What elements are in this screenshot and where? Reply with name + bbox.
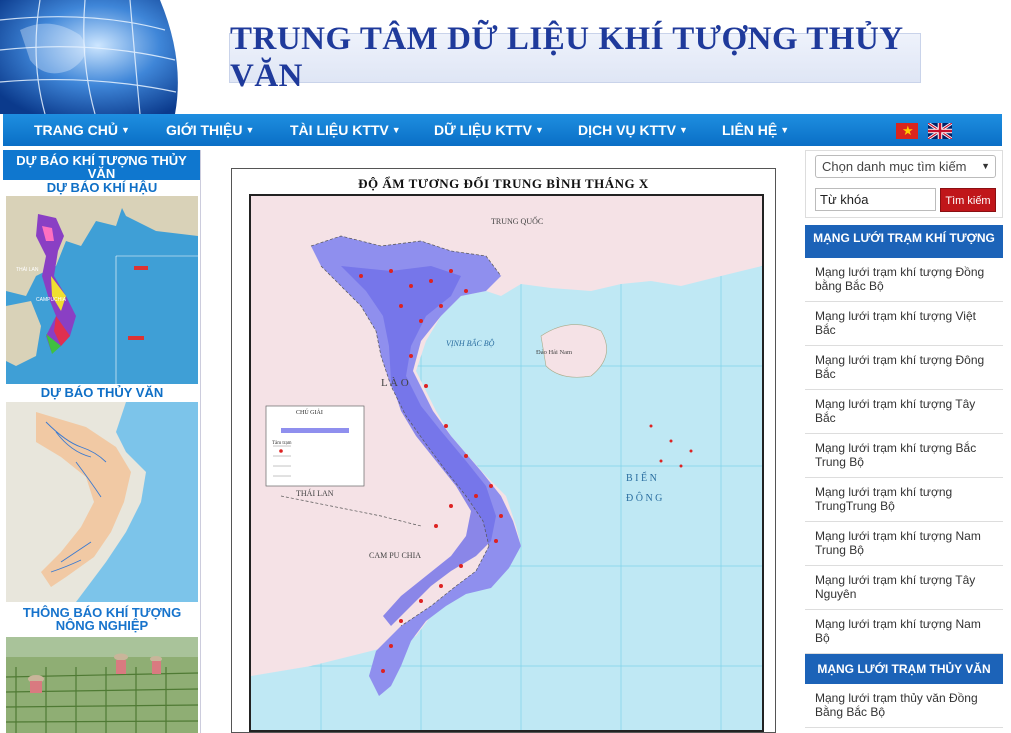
map-label-bien-dong-2: Đ Ô N G xyxy=(626,492,662,504)
list-item[interactable]: Mạng lưới trạm khí tượng Nam Bộ xyxy=(805,610,1003,654)
humidity-map-panel: ĐỘ ẨM TƯƠNG ĐỐI TRUNG BÌNH THÁNG X TRUNG… xyxy=(231,168,776,733)
hydro-forecast-title[interactable]: DỰ BÁO THỦY VĂN xyxy=(3,386,201,399)
list-item[interactable]: Mạng lưới trạm khí tượng Tây Bắc xyxy=(805,390,1003,434)
nav-item-documents[interactable]: TÀI LIỆU KTTV ▼ xyxy=(290,114,401,146)
caret-down-icon: ▼ xyxy=(391,125,401,135)
climate-forecast-map-image[interactable]: THÁI LAN CAMPUCHIA xyxy=(6,196,198,384)
agri-bulletin-photo[interactable] xyxy=(6,637,198,733)
caret-down-icon: ▼ xyxy=(780,125,790,135)
hydro-network-heading: MẠNG LƯỚI TRẠM THỦY VĂN xyxy=(805,654,1003,684)
main-nav: TRANG CHỦ ▼ GIỚI THIỆU ▼ TÀI LIỆU KTTV ▼ DỮ… xyxy=(3,114,1002,146)
map-label-lao: L À O xyxy=(381,377,409,389)
map-label-dao-hai-nam: Đảo Hải Nam xyxy=(536,349,572,356)
caret-down-icon: ▼ xyxy=(245,125,255,135)
nav-item-contact[interactable]: LIÊN HỆ ▼ xyxy=(722,114,789,146)
site-header: TRUNG TÂM DỮ LIỆU KHÍ TƯỢNG THỦY VĂN xyxy=(0,0,1011,114)
left-sidebar: DỰ BÁO KHÍ TƯỢNG THỦY VĂN DỰ BÁO KHÍ HẬU… xyxy=(3,150,201,733)
nav-item-about[interactable]: GIỚI THIỆU ▼ xyxy=(166,114,254,146)
list-item[interactable]: Mạng lưới trạm khí tượng Việt Bắc xyxy=(805,302,1003,346)
humidity-map-graphic: TRUNG QUỐC VỊNH BẮC BỘ Đảo Hải Nam L À O… xyxy=(251,196,762,730)
hydro-forecast-map-image[interactable] xyxy=(6,402,198,602)
caret-down-icon: ▼ xyxy=(534,125,544,135)
site-title-banner: TRUNG TÂM DỮ LIỆU KHÍ TƯỢNG THỦY VĂN xyxy=(229,21,921,94)
met-network-list: Mạng lưới trạm khí tượng Đồng bằng Bắc B… xyxy=(805,258,1003,654)
keyword-input[interactable]: Từ khóa xyxy=(815,188,936,211)
list-item[interactable]: Mạng lưới trạm khí tượng Đông Bắc xyxy=(805,346,1003,390)
map-label-bien-dong-1: B I Ể N xyxy=(626,471,657,484)
nav-item-services[interactable]: DỊCH VỤ KTTV ▼ xyxy=(578,114,688,146)
list-item[interactable]: Mạng lưới trạm khí tượng Nam Trung Bộ xyxy=(805,522,1003,566)
caret-down-icon: ▼ xyxy=(121,125,130,135)
map-label-campuchia: CAM PU CHIA xyxy=(369,551,421,560)
climate-forecast-title[interactable]: DỰ BÁO KHÍ HẬU xyxy=(3,181,201,194)
list-item[interactable]: Mạng lưới trạm khí tượng TrungTrung Bộ xyxy=(805,478,1003,522)
uk-flag-icon[interactable] xyxy=(928,123,952,139)
nav-item-home[interactable]: TRANG CHỦ ▼ xyxy=(34,114,130,146)
category-select[interactable]: Chọn danh mục tìm kiếm ▼ xyxy=(815,155,996,178)
met-network-heading: MẠNG LƯỚI TRẠM KHÍ TƯỢNG xyxy=(805,225,1003,258)
site-title: TRUNG TÂM DỮ LIỆU KHÍ TƯỢNG THỦY VĂN xyxy=(230,21,903,94)
globe-logo xyxy=(0,0,180,114)
list-item[interactable]: Mạng lưới trạm thủy văn Đồng Bằng Bắc Bộ xyxy=(805,684,1003,728)
svg-text:CAMPUCHIA: CAMPUCHIA xyxy=(36,297,67,303)
chevron-down-icon: ▼ xyxy=(981,161,990,171)
map-label-vinh-bac-bo: VỊNH BẮC BỘ xyxy=(446,338,495,348)
map-label-trung-quoc: TRUNG QUỐC xyxy=(491,216,543,226)
list-item[interactable]: Mạng lưới trạm khí tượng Tây Nguyên xyxy=(805,566,1003,610)
vietnam-flag-icon[interactable]: ★ xyxy=(896,123,918,139)
svg-text:THÁI LAN: THÁI LAN xyxy=(16,266,39,273)
caret-down-icon: ▼ xyxy=(679,125,688,135)
list-item[interactable]: Mạng lưới trạm khí tượng Đồng bằng Bắc B… xyxy=(805,258,1003,302)
agri-bulletin-title[interactable]: THÔNG BÁO KHÍ TƯỢNG NÔNG NGHIỆP xyxy=(3,606,201,632)
right-sidebar: Chọn danh mục tìm kiếm ▼ Từ khóa Tìm kiếm… xyxy=(805,150,1003,733)
forecast-section-heading: DỰ BÁO KHÍ TƯỢNG THỦY VĂN xyxy=(3,150,200,180)
list-item[interactable]: Mạng lưới trạm khí tượng Bắc Trung Bộ xyxy=(805,434,1003,478)
nav-item-data[interactable]: DỮ LIỆU KTTV ▼ xyxy=(434,114,544,146)
hydro-network-list: Mạng lưới trạm thủy văn Đồng Bằng Bắc Bộ xyxy=(805,684,1003,728)
map-label-thai-lan: THÁI LAN xyxy=(296,488,334,498)
humidity-map[interactable]: TRUNG QUỐC VỊNH BẮC BỘ Đảo Hải Nam L À O… xyxy=(249,194,764,732)
map-title: ĐỘ ẨM TƯƠNG ĐỐI TRUNG BÌNH THÁNG X xyxy=(358,176,649,191)
map-legend-station: Tâm trạm xyxy=(272,441,292,446)
search-button[interactable]: Tìm kiếm xyxy=(940,188,996,212)
search-panel: Chọn danh mục tìm kiếm ▼ Từ khóa Tìm kiếm xyxy=(805,150,1003,218)
map-legend-title: CHÚ GIẢI xyxy=(296,408,323,416)
